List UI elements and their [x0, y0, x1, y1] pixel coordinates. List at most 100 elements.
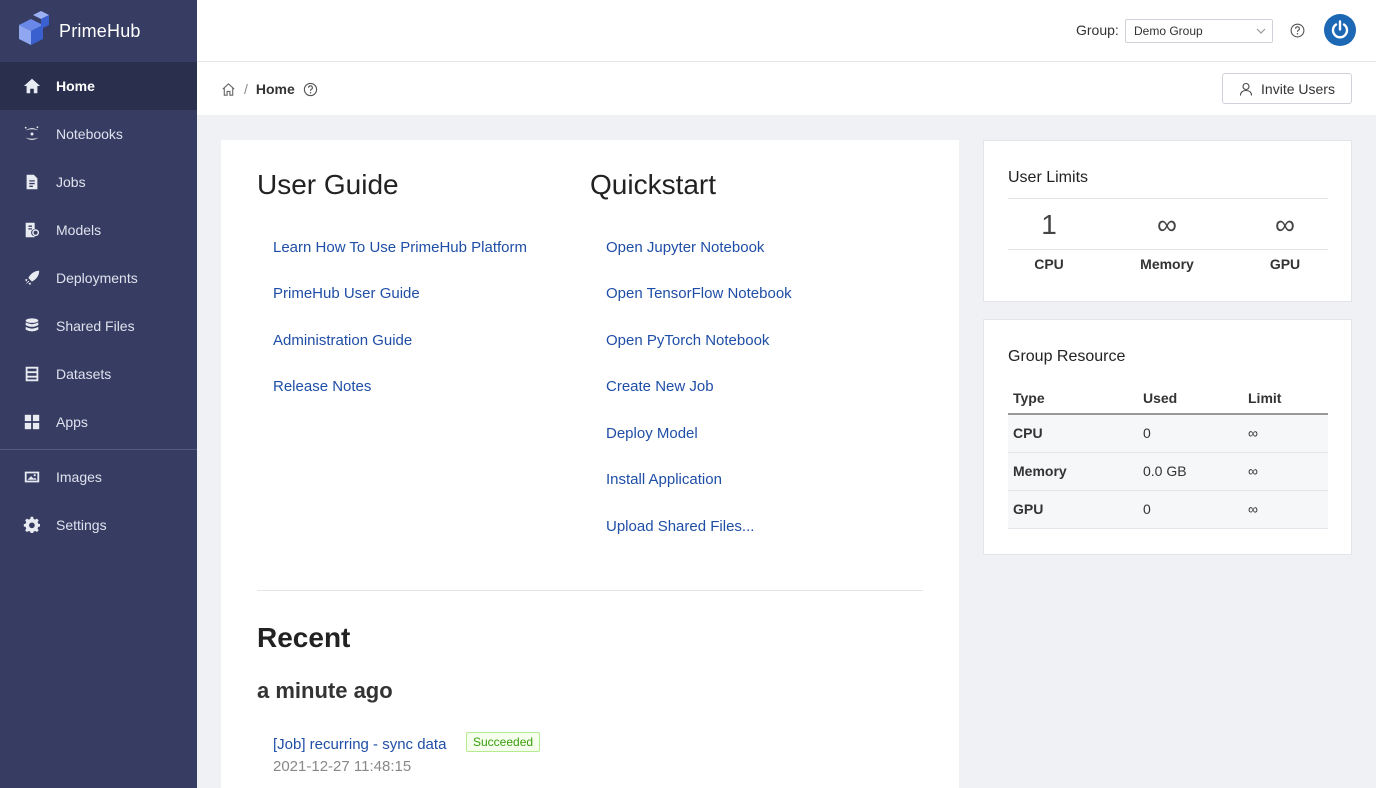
user-limits-card: User Limits 1 CPU ∞ Memory ∞ GPU — [983, 140, 1352, 302]
limit-label: GPU — [1269, 256, 1301, 272]
link-learn-primehub[interactable]: Learn How To Use PrimeHub Platform — [273, 239, 527, 256]
sidebar-item-images[interactable]: Images — [0, 453, 197, 501]
gear-icon — [22, 515, 42, 535]
invite-users-button[interactable]: Invite Users — [1222, 73, 1352, 104]
link-upload-files[interactable]: Upload Shared Files... — [606, 518, 754, 535]
sidebar-item-jobs[interactable]: Jobs — [0, 158, 197, 206]
chevron-down-icon — [1256, 28, 1266, 34]
home-outline-icon[interactable] — [221, 82, 236, 97]
table-row: CPU 0 ∞ — [1008, 414, 1328, 453]
sidebar-item-label: Deployments — [56, 270, 138, 286]
cell-used: 0.0 GB — [1138, 452, 1243, 491]
jobs-icon — [22, 172, 42, 192]
cell-used: 0 — [1138, 490, 1243, 529]
divider — [1008, 198, 1328, 199]
column-header-used: Used — [1138, 382, 1243, 415]
group-resource-title: Group Resource — [1008, 348, 1126, 365]
recent-title: Recent — [257, 622, 351, 653]
cell-type: Memory — [1008, 452, 1138, 491]
link-create-job[interactable]: Create New Job — [606, 378, 714, 395]
cell-limit: ∞ — [1243, 414, 1328, 453]
limit-memory: ∞ Memory — [1117, 208, 1217, 272]
link-open-pytorch[interactable]: Open PyTorch Notebook — [606, 332, 769, 349]
power-icon — [1331, 20, 1349, 39]
brand[interactable]: PrimeHub — [0, 0, 197, 62]
sidebar-item-label: Settings — [56, 517, 107, 533]
home-icon — [22, 76, 42, 96]
breadcrumb-bar: / Home Invite Users — [197, 62, 1376, 115]
group-select-value: Demo Group — [1134, 24, 1203, 38]
group-select[interactable]: Demo Group — [1125, 19, 1273, 43]
table-row: Memory 0.0 GB ∞ — [1008, 452, 1328, 491]
link-install-app[interactable]: Install Application — [606, 471, 722, 488]
link-deploy-model[interactable]: Deploy Model — [606, 425, 698, 442]
sidebar-nav-secondary: Images Settings — [0, 453, 197, 549]
help-icon[interactable] — [1290, 23, 1305, 38]
sidebar-item-label: Models — [56, 222, 102, 238]
sidebar: PrimeHub Home Notebooks Jobs Models Depl… — [0, 0, 197, 788]
limit-label: CPU — [1034, 256, 1064, 272]
group-resource-card: Group Resource Type Used Limit CPU 0 ∞ M… — [983, 319, 1352, 555]
status-badge: Succeeded — [466, 732, 541, 752]
link-user-guide[interactable]: PrimeHub User Guide — [273, 285, 420, 302]
limit-cpu: 1 CPU — [999, 208, 1099, 272]
limit-value: ∞ — [1275, 209, 1295, 240]
top-header: Group: Demo Group — [197, 0, 1376, 62]
cell-type: CPU — [1008, 414, 1138, 453]
cell-used: 0 — [1138, 414, 1243, 453]
section-divider — [257, 590, 923, 591]
sidebar-item-label: Jobs — [56, 174, 86, 190]
sidebar-item-apps[interactable]: Apps — [0, 398, 197, 446]
sidebar-item-home[interactable]: Home — [0, 62, 197, 110]
sidebar-item-label: Notebooks — [56, 126, 123, 142]
main-card: User Guide Learn How To Use PrimeHub Pla… — [221, 140, 959, 788]
brand-name: PrimeHub — [59, 20, 141, 41]
cell-type: GPU — [1008, 490, 1138, 529]
column-header-limit: Limit — [1243, 382, 1328, 415]
quickstart-title: Quickstart — [590, 169, 717, 200]
sidebar-item-settings[interactable]: Settings — [0, 501, 197, 549]
user-guide-title: User Guide — [257, 169, 399, 200]
sidebar-item-label: Apps — [56, 414, 88, 430]
recent-timestamp: 2021-12-27 11:48:15 — [273, 758, 412, 775]
image-icon — [22, 467, 42, 487]
table-row: GPU 0 ∞ — [1008, 490, 1328, 529]
sidebar-item-label: Datasets — [56, 366, 112, 382]
breadcrumb-current: Home — [255, 81, 295, 97]
breadcrumb-separator: / — [244, 81, 248, 97]
help-icon[interactable] — [303, 82, 318, 97]
cell-limit: ∞ — [1243, 490, 1328, 529]
user-limits-title: User Limits — [1008, 169, 1089, 186]
column-header-type: Type — [1008, 382, 1138, 415]
link-open-jupyter[interactable]: Open Jupyter Notebook — [606, 239, 764, 256]
models-icon — [22, 220, 42, 240]
invite-users-label: Invite Users — [1261, 80, 1335, 97]
user-icon — [1239, 82, 1253, 96]
link-release-notes[interactable]: Release Notes — [273, 378, 371, 395]
sidebar-divider — [0, 449, 197, 450]
limit-label: Memory — [1140, 256, 1194, 272]
database-icon — [22, 316, 42, 336]
limit-gpu: ∞ GPU — [1235, 208, 1335, 272]
limit-value: 1 — [1041, 209, 1057, 240]
cell-limit: ∞ — [1243, 452, 1328, 491]
sidebar-item-deployments[interactable]: Deployments — [0, 254, 197, 302]
table-header-row: Type Used Limit — [1008, 382, 1328, 415]
limit-value: ∞ — [1157, 209, 1177, 240]
jupyter-icon — [22, 124, 42, 144]
breadcrumb: / Home — [221, 81, 318, 97]
sidebar-item-datasets[interactable]: Datasets — [0, 350, 197, 398]
sidebar-item-label: Home — [56, 78, 95, 94]
sidebar-item-shared-files[interactable]: Shared Files — [0, 302, 197, 350]
avatar[interactable] — [1324, 14, 1356, 46]
link-open-tensorflow[interactable]: Open TensorFlow Notebook — [606, 285, 792, 302]
recent-job-link[interactable]: [Job] recurring - sync data — [273, 736, 446, 753]
sidebar-item-models[interactable]: Models — [0, 206, 197, 254]
group-label: Group: — [1076, 22, 1119, 38]
apps-grid-icon — [22, 412, 42, 432]
group-resource-table: Type Used Limit CPU 0 ∞ Memory 0.0 GB ∞ … — [1008, 382, 1328, 529]
sidebar-nav: Home Notebooks Jobs Models Deployments S… — [0, 62, 197, 446]
link-admin-guide[interactable]: Administration Guide — [273, 332, 412, 349]
recent-group-label: a minute ago — [257, 678, 393, 703]
sidebar-item-notebooks[interactable]: Notebooks — [0, 110, 197, 158]
